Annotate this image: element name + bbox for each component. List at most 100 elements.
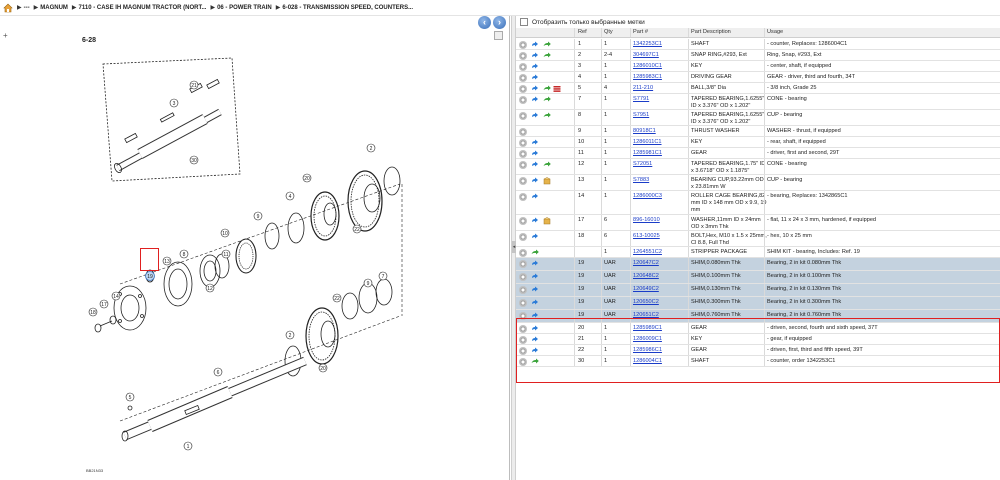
- table-row[interactable]: 3 1 1286010C1 KEY - center, shaft, if equipp…: [516, 61, 1000, 72]
- add-to-cart-icon[interactable]: [543, 96, 551, 104]
- link-arrow-icon[interactable]: [531, 74, 539, 82]
- show-selected-only-checkbox[interactable]: [520, 18, 528, 26]
- part-number-link[interactable]: 896-16010: [633, 217, 691, 224]
- table-row[interactable]: 11 1 1285981C1 GEAR - driver, first and seco…: [516, 148, 1000, 159]
- settings-gear-icon[interactable]: [519, 336, 527, 344]
- link-arrow-icon[interactable]: [531, 260, 539, 268]
- settings-gear-icon[interactable]: [519, 150, 527, 158]
- settings-gear-icon[interactable]: [519, 177, 527, 185]
- part-number-link[interactable]: 120650C2: [633, 299, 691, 306]
- settings-gear-icon[interactable]: [519, 260, 527, 268]
- part-number-link[interactable]: 1285989C1: [633, 325, 691, 332]
- settings-gear-icon[interactable]: [519, 325, 527, 333]
- table-row[interactable]: 12 1 S72051 TAPERED BEARING,1.75" ID x 3.67…: [516, 159, 1000, 175]
- link-arrow-icon[interactable]: [531, 193, 539, 201]
- part-number-link[interactable]: S7791: [633, 96, 691, 103]
- part-number-link[interactable]: 1286010C1: [633, 63, 691, 70]
- table-row[interactable]: 9 1 80918C1 THRUST WASHER WASHER - thrust, i…: [516, 126, 1000, 137]
- link-arrow-icon[interactable]: [531, 63, 539, 71]
- link-arrow-icon[interactable]: [531, 286, 539, 294]
- part-number-link[interactable]: 120648C2: [633, 273, 691, 280]
- home-icon[interactable]: [3, 3, 13, 13]
- link-arrow-icon[interactable]: [531, 312, 539, 320]
- link-arrow-icon[interactable]: [531, 299, 539, 307]
- link-arrow-icon[interactable]: [531, 233, 539, 241]
- settings-gear-icon[interactable]: [519, 286, 527, 294]
- part-number-link[interactable]: 1264551C2: [633, 249, 691, 256]
- part-number-column-header[interactable]: Part #: [633, 29, 691, 36]
- table-row[interactable]: 13 1 S7883 BEARING CUP,93.22mm OD x 23.81mm…: [516, 175, 1000, 191]
- usage-column-header[interactable]: Usage: [767, 29, 997, 36]
- link-arrow-icon[interactable]: [531, 217, 539, 225]
- table-row[interactable]: 7 1 S7791 TAPERED BEARING,1.6255" ID x 3.37…: [516, 94, 1000, 110]
- settings-gear-icon[interactable]: [519, 358, 527, 366]
- table-row[interactable]: 19 UAR 120649C2 SHIM,0.130mm Thk Bearing, 2 …: [516, 284, 1000, 297]
- part-number-link[interactable]: 1342253C1: [633, 41, 691, 48]
- table-row[interactable]: 10 1 1286011C1 KEY - rear, shaft, if equippe…: [516, 137, 1000, 148]
- description-column-header[interactable]: Part Description: [691, 29, 767, 36]
- settings-gear-icon[interactable]: [519, 193, 527, 201]
- link-arrow-icon[interactable]: [531, 325, 539, 333]
- part-number-link[interactable]: 211-210: [633, 85, 691, 92]
- link-arrow-icon[interactable]: [531, 150, 539, 158]
- add-to-cart-icon[interactable]: [543, 52, 551, 60]
- breadcrumb-item[interactable]: 7110 - CASE IH MAGNUM TRACTOR (NORT...: [79, 5, 207, 11]
- ref-column-header[interactable]: Ref: [578, 29, 600, 36]
- add-to-cart-icon[interactable]: [543, 161, 551, 169]
- part-number-link[interactable]: 120651C2: [633, 312, 691, 319]
- add-to-cart-icon[interactable]: [543, 85, 551, 93]
- table-row[interactable]: 5 4 211-210 BALL,3/8" Dia - 3/8 inch, Grade …: [516, 83, 1000, 94]
- settings-gear-icon[interactable]: [519, 299, 527, 307]
- settings-gear-icon[interactable]: [519, 63, 527, 71]
- link-arrow-icon[interactable]: [531, 177, 539, 185]
- part-number-link[interactable]: 613-10025: [633, 233, 691, 240]
- add-to-cart-icon[interactable]: [531, 249, 539, 257]
- settings-gear-icon[interactable]: [519, 96, 527, 104]
- settings-gear-icon[interactable]: [519, 161, 527, 169]
- part-number-link[interactable]: 304697C1: [633, 52, 691, 59]
- table-row[interactable]: 19 UAR 120648C2 SHIM,0.100mm Thk Bearing, 2 …: [516, 271, 1000, 284]
- part-number-link[interactable]: S7951: [633, 112, 691, 119]
- settings-gear-icon[interactable]: [519, 233, 527, 241]
- part-number-link[interactable]: 1286009C1: [633, 336, 691, 343]
- table-row[interactable]: 19 UAR 120650C2 SHIM,0.300mm Thk Bearing, 2 …: [516, 297, 1000, 310]
- part-number-link[interactable]: 1286004C1: [633, 358, 691, 365]
- settings-gear-icon[interactable]: [519, 41, 527, 49]
- part-number-link[interactable]: 120647C2: [633, 260, 691, 267]
- link-arrow-icon[interactable]: [531, 112, 539, 120]
- settings-gear-icon[interactable]: [519, 128, 527, 136]
- settings-gear-icon[interactable]: [519, 112, 527, 120]
- table-row[interactable]: 8 1 S7951 TAPERED BEARING,1.6255" ID x 3.37…: [516, 110, 1000, 126]
- add-to-cart-icon[interactable]: [543, 112, 551, 120]
- link-arrow-icon[interactable]: [531, 336, 539, 344]
- add-to-cart-icon[interactable]: [543, 41, 551, 49]
- settings-gear-icon[interactable]: [519, 312, 527, 320]
- link-arrow-icon[interactable]: [531, 273, 539, 281]
- plus-icon[interactable]: +: [3, 31, 8, 40]
- part-number-link[interactable]: S7883: [633, 177, 691, 184]
- table-row[interactable]: 30 1 1286004C1 SHAFT - counter, order 134225…: [516, 356, 1000, 367]
- settings-gear-icon[interactable]: [519, 217, 527, 225]
- part-number-link[interactable]: 1285986C1: [633, 347, 691, 354]
- link-arrow-icon[interactable]: [531, 139, 539, 147]
- link-arrow-icon[interactable]: [531, 52, 539, 60]
- breadcrumb-item[interactable]: 06 - POWER TRAIN: [217, 5, 272, 11]
- forward-button[interactable]: ›: [493, 16, 506, 29]
- link-arrow-icon[interactable]: [531, 347, 539, 355]
- settings-gear-icon[interactable]: [519, 74, 527, 82]
- breadcrumb-item[interactable]: 6-028 - TRANSMISSION SPEED, COUNTERS...: [282, 5, 413, 11]
- link-arrow-icon[interactable]: [531, 96, 539, 104]
- link-arrow-icon[interactable]: [531, 85, 539, 93]
- flag-icon[interactable]: [553, 85, 561, 93]
- link-arrow-icon[interactable]: [531, 161, 539, 169]
- table-row[interactable]: 22 1 1285986C1 GEAR - driven, first, third a…: [516, 345, 1000, 356]
- table-row[interactable]: 4 1 1285983C1 DRIVING GEAR GEAR - driver, th…: [516, 72, 1000, 83]
- part-number-link[interactable]: 120649C2: [633, 286, 691, 293]
- settings-gear-icon[interactable]: [519, 139, 527, 147]
- package-icon[interactable]: [543, 217, 551, 225]
- table-row[interactable]: 1 1 1342253C1 SHAFT - counter, Replaces: 128…: [516, 39, 1000, 50]
- settings-gear-icon[interactable]: [519, 85, 527, 93]
- table-row[interactable]: 20 1 1285989C1 GEAR - driven, second, fourth…: [516, 323, 1000, 334]
- qty-column-header[interactable]: Qty: [604, 29, 630, 36]
- link-arrow-icon[interactable]: [531, 41, 539, 49]
